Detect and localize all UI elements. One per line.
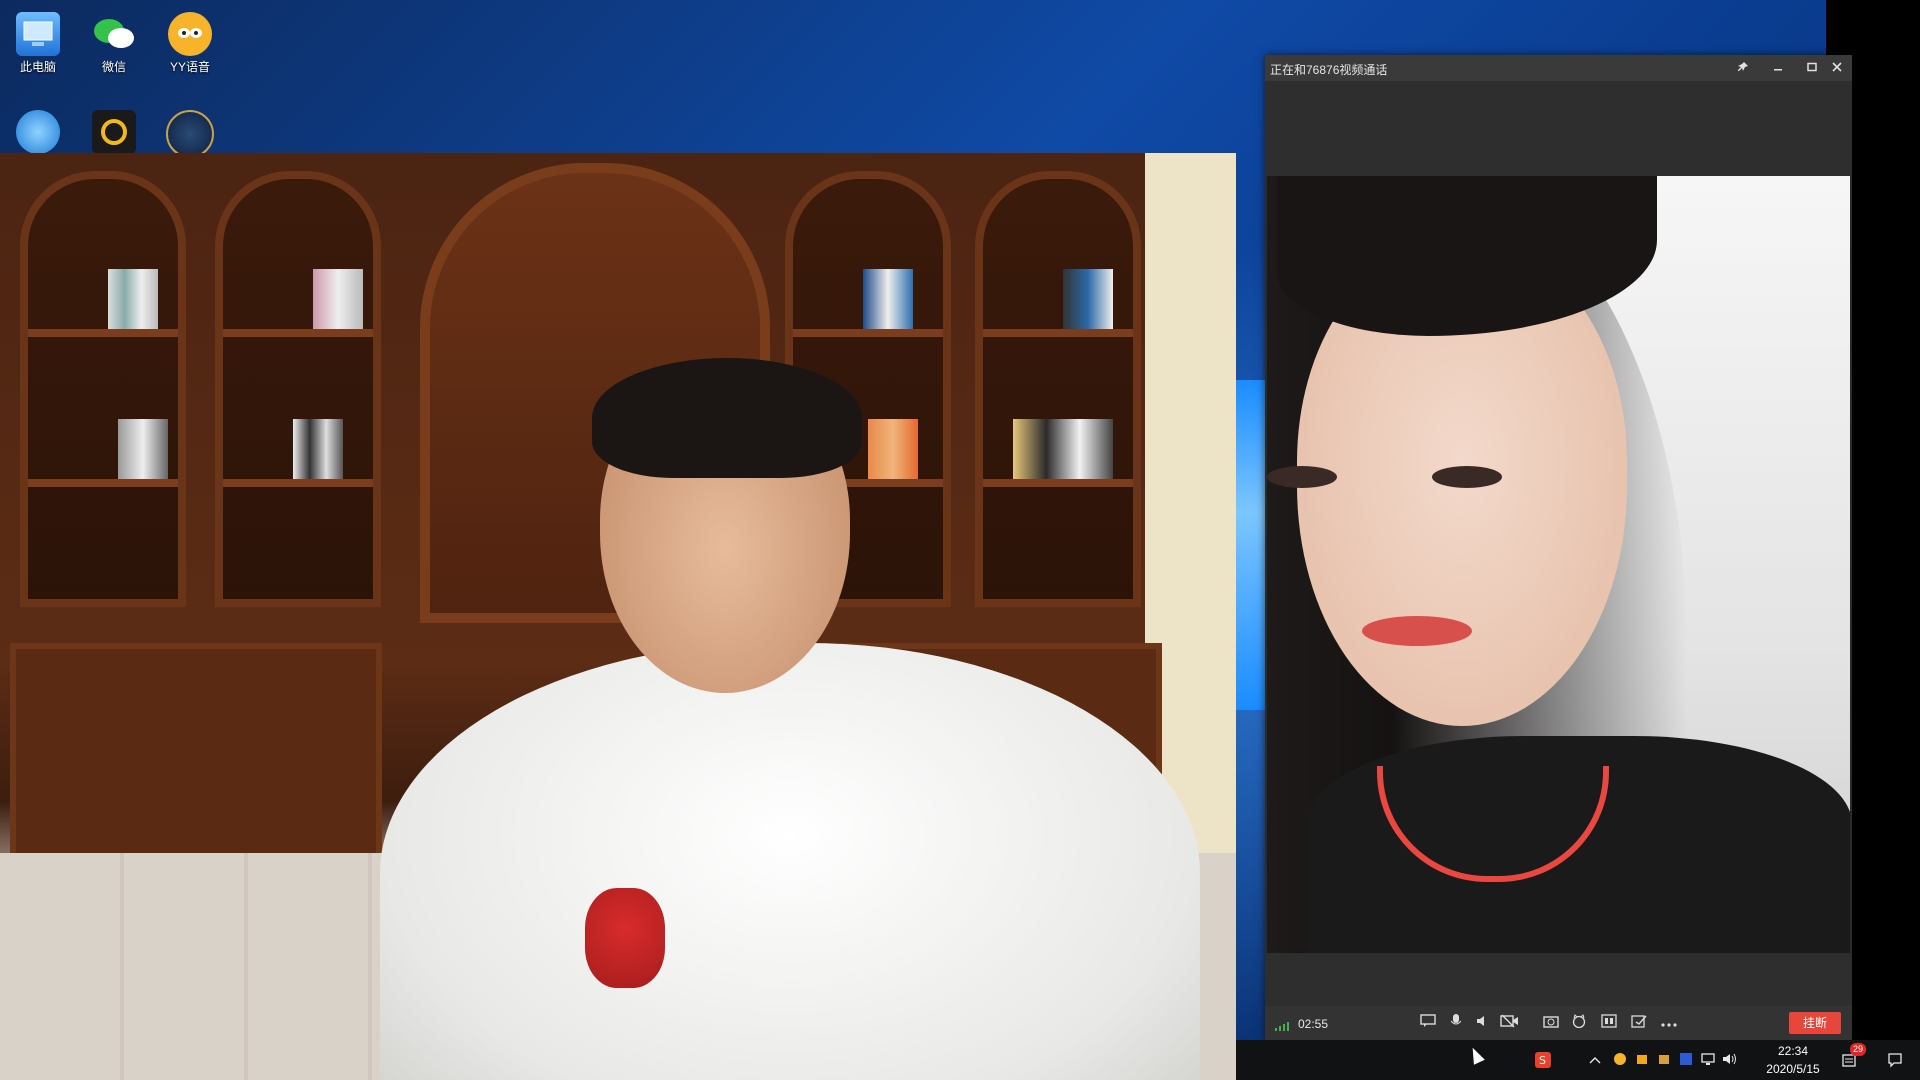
app-tray-icon[interactable] <box>1634 1052 1650 1068</box>
remote-person-eye <box>1267 466 1337 488</box>
chevron-up-icon[interactable] <box>1588 1052 1602 1068</box>
shirt-logo <box>585 888 665 988</box>
video-bookcase <box>975 171 1141 607</box>
video-bookcase <box>20 171 186 607</box>
local-camera-video <box>0 153 1236 1080</box>
taskbar-clock-date[interactable]: 2020/5/15 <box>1758 1062 1828 1076</box>
wechat-icon <box>92 12 136 56</box>
maximize-icon[interactable] <box>1801 57 1823 79</box>
network-icon[interactable] <box>1700 1052 1716 1068</box>
remote-person-lips <box>1362 616 1472 646</box>
whiteboard-icon[interactable] <box>1628 1013 1650 1033</box>
signal-strength-icon <box>1275 1021 1293 1033</box>
desktop-icon-this-pc[interactable]: 此电脑 <box>0 6 76 84</box>
app-shortcut-icon <box>92 110 136 154</box>
volume-icon[interactable] <box>1722 1052 1738 1068</box>
person-hair <box>592 358 862 478</box>
video-bookcase <box>215 171 381 607</box>
wallpaper-light <box>1236 380 1266 710</box>
call-control-bar: 02:55 挂断 <box>1265 1006 1852 1040</box>
video-call-window[interactable]: 正在和76876视频通话 02:55 挂断 <box>1265 55 1852 1040</box>
speaker-icon[interactable] <box>1472 1013 1494 1033</box>
hangup-button[interactable]: 挂断 <box>1789 1012 1841 1034</box>
chat-icon[interactable] <box>1417 1013 1439 1033</box>
call-duration: 02:55 <box>1298 1017 1329 1031</box>
yy-voice-icon <box>168 12 212 56</box>
desktop-icon-label: 此电脑 <box>19 60 56 74</box>
keyboard-tray-icon[interactable] <box>1678 1052 1694 1068</box>
remote-camera-video <box>1267 176 1850 953</box>
desktop-icon-yy[interactable]: YY语音 <box>152 6 228 84</box>
layout-icon[interactable] <box>1598 1013 1620 1033</box>
taskbar-clock-time[interactable]: 22:34 <box>1758 1044 1828 1058</box>
remote-video-padding <box>1265 81 1852 176</box>
snapshot-icon[interactable] <box>1540 1013 1562 1033</box>
close-icon[interactable] <box>1826 57 1848 79</box>
computer-icon <box>16 12 60 56</box>
remote-person-eye <box>1432 466 1502 488</box>
effects-icon[interactable] <box>1568 1013 1590 1033</box>
desktop-icon-wechat[interactable]: 微信 <box>76 6 152 84</box>
call-title-bar[interactable]: 正在和76876视频通话 <box>1265 55 1852 81</box>
pin-icon[interactable] <box>1732 57 1754 79</box>
taskbar: S 22:34 2020/5/15 29 <box>1236 1040 1920 1080</box>
game-shortcut-icon <box>166 110 214 158</box>
desktop-icon-label: YY语音 <box>169 60 210 74</box>
person-shirt <box>380 643 1200 1080</box>
svg-text:S: S <box>1539 1054 1546 1067</box>
minimize-icon[interactable] <box>1767 57 1789 79</box>
game-tray-icon[interactable] <box>1656 1052 1672 1068</box>
microphone-icon[interactable] <box>1445 1013 1467 1033</box>
call-title: 正在和76876视频通话 <box>1270 63 1388 77</box>
camera-off-icon[interactable] <box>1499 1013 1521 1033</box>
desktop-icon-label: 微信 <box>101 60 126 74</box>
yy-tray-icon[interactable] <box>1612 1052 1628 1068</box>
more-icon[interactable] <box>1658 1013 1680 1033</box>
notification-badge: 29 <box>1850 1043 1866 1056</box>
notifications-icon[interactable] <box>1886 1052 1904 1068</box>
network-globe-icon <box>16 110 60 154</box>
sogou-input-icon[interactable]: S <box>1534 1052 1552 1068</box>
